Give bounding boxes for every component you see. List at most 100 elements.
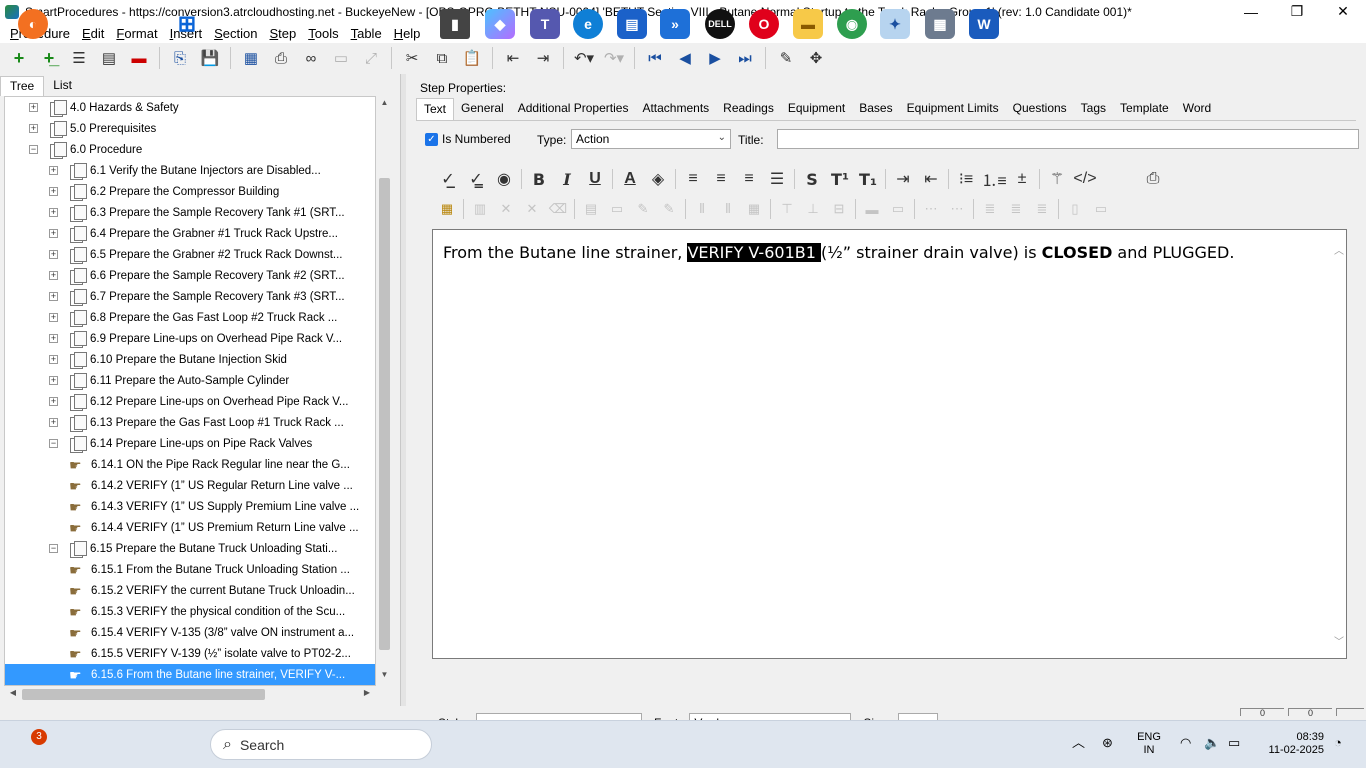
tab-tags[interactable]: Tags — [1074, 98, 1113, 120]
close-button[interactable]: ✕ — [1320, 0, 1366, 23]
clear-cell-icon[interactable]: ⌫ — [545, 197, 571, 221]
undo-icon[interactable]: ↶▾ — [569, 45, 599, 71]
cell-props-icon[interactable]: ▤ — [578, 197, 604, 221]
volume-icon[interactable]: 🔈 — [1204, 736, 1220, 749]
expand-icon[interactable]: + — [49, 376, 58, 385]
maximize-button[interactable]: ❐ — [1274, 0, 1320, 23]
tree-step-item[interactable]: ☛ 6.14.4 VERIFY (1” US Premium Return Lin… — [5, 517, 375, 538]
network-status-icon[interactable]: ⊛ — [1102, 736, 1113, 749]
tree-section-item[interactable]: +4.0 Hazards & Safety — [5, 97, 375, 118]
teams-icon[interactable]: T — [530, 9, 560, 39]
delete-icon[interactable]: ▬ — [124, 45, 154, 71]
spellcheck-all-icon[interactable]: ✓̳ — [462, 166, 490, 192]
language-indicator[interactable]: ENG IN — [1134, 731, 1164, 757]
dell-icon[interactable]: DELL — [705, 9, 735, 39]
delete-cell-icon[interactable]: ✕ — [519, 197, 545, 221]
copilot-icon[interactable]: ◆ — [485, 9, 515, 39]
tree-step-item[interactable]: ☛ 6.15.3 VERIFY the physical condition of… — [5, 601, 375, 622]
tree-horizontal-scrollbar[interactable]: ◀ ▶ — [4, 686, 376, 703]
task-view-icon[interactable]: ▮ — [440, 9, 470, 39]
tab-readings[interactable]: Readings — [716, 98, 781, 120]
last-step-icon[interactable]: ⏭ — [730, 45, 760, 71]
tree-step-item[interactable]: ☛ 6.14.2 VERIFY (1” US Regular Return Lin… — [5, 475, 375, 496]
field-icon[interactable]: ▭ — [326, 45, 356, 71]
tree-step-item[interactable]: ☛ 6.14.3 VERIFY (1” US Supply Premium Lin… — [5, 496, 375, 517]
print-icon[interactable]: ⎙ — [1139, 166, 1167, 192]
tab-general[interactable]: General — [454, 98, 511, 120]
expand-icon[interactable]: + — [49, 229, 58, 238]
tree-vertical-scrollbar[interactable]: ▲ ▼ — [376, 96, 393, 686]
collapse-icon[interactable]: − — [49, 544, 58, 553]
tree-section-item[interactable]: +6.9 Prepare Line-ups on Overhead Pipe R… — [5, 328, 375, 349]
link-icon[interactable]: ∞ — [296, 45, 326, 71]
step-text[interactable]: From the Butane line strainer, VERIFY V-… — [443, 243, 1234, 262]
insert-line-icon[interactable]: ± — [1008, 166, 1036, 192]
delete-table-icon[interactable]: ✕ — [493, 197, 519, 221]
expand-icon[interactable]: + — [49, 292, 58, 301]
distribute-columns-icon[interactable]: ⋯ — [918, 197, 944, 221]
file-explorer-icon[interactable]: ▬ — [793, 9, 823, 39]
add-icon[interactable]: + — [4, 45, 34, 71]
align-right-icon[interactable]: ≡ — [735, 166, 763, 192]
bullet-list-icon[interactable]: ⁝≡ — [952, 166, 980, 192]
is-numbered-checkbox[interactable]: ✓ Is Numbered — [425, 132, 511, 146]
menu-tools[interactable]: Tools — [302, 26, 344, 41]
store-icon[interactable]: ▤ — [617, 9, 647, 39]
publish-icon[interactable]: ▦ — [236, 45, 266, 71]
expand-icon[interactable]: + — [49, 355, 58, 364]
cell-edit-icon[interactable]: ▭ — [604, 197, 630, 221]
scroll-thumb[interactable] — [379, 178, 390, 650]
taskbar-search[interactable]: ⌕ Search — [210, 729, 432, 760]
notifications-icon[interactable]: ◔ — [1334, 736, 1342, 749]
collapse-icon[interactable]: − — [29, 145, 38, 154]
indent-icon[interactable]: ⇥ — [889, 166, 917, 192]
scroll-left-icon[interactable]: ◀ — [6, 688, 20, 702]
underline-icon[interactable]: U — [581, 166, 609, 192]
next-step-icon[interactable]: ▶ — [700, 45, 730, 71]
menu-table[interactable]: Table — [345, 26, 388, 41]
cut-icon[interactable]: ✂ — [397, 45, 427, 71]
html-source-icon[interactable]: </> — [1071, 166, 1099, 192]
editor-scrollbar[interactable]: ︿ ﹀ — [1332, 230, 1346, 658]
smartprocedures-icon[interactable]: ✦ — [880, 9, 910, 39]
expand-icon[interactable]: + — [29, 103, 38, 112]
tab-list[interactable]: List — [44, 76, 81, 96]
expand-icon[interactable]: + — [49, 418, 58, 427]
expand-icon[interactable]: + — [49, 313, 58, 322]
tab-text[interactable]: Text — [416, 98, 455, 120]
tree-section-item[interactable]: − 6.0 Procedure — [5, 139, 375, 160]
table-props-icon[interactable]: ▥ — [467, 197, 493, 221]
tree-section-item[interactable]: +6.5 Prepare the Grabner #2 Truck Rack D… — [5, 244, 375, 265]
tab-equipment-limits[interactable]: Equipment Limits — [900, 98, 1006, 120]
expand-icon[interactable]: + — [49, 166, 58, 175]
chevron-up-icon[interactable]: ︿ — [1333, 242, 1345, 257]
menu-edit[interactable]: Edit — [76, 26, 110, 41]
tree-step-item[interactable]: ☛ 6.15.1 From the Butane Truck Unloading … — [5, 559, 375, 580]
expand-icon[interactable]: + — [49, 250, 58, 259]
align-left-icon[interactable]: ≡ — [679, 166, 707, 192]
tree-section-item[interactable]: +6.11 Prepare the Auto-Sample Cylinder — [5, 370, 375, 391]
bold-icon[interactable]: B — [525, 166, 553, 192]
tab-equipment[interactable]: Equipment — [781, 98, 852, 120]
panel-splitter[interactable] — [400, 74, 406, 706]
expand-icon[interactable]: + — [49, 187, 58, 196]
insert-table-icon[interactable]: ▦ — [434, 197, 460, 221]
tree-step-item[interactable]: ☛ 6.15.2 VERIFY the current Butane Truck … — [5, 580, 375, 601]
align-center-icon[interactable]: ≡ — [707, 166, 735, 192]
merge-row-icon[interactable]: ▭ — [885, 197, 911, 221]
tab-tree[interactable]: Tree — [0, 76, 45, 96]
expand-icon[interactable]: + — [49, 397, 58, 406]
outdent-icon[interactable]: ⇤ — [498, 45, 528, 71]
tab-questions[interactable]: Questions — [1006, 98, 1074, 120]
first-step-icon[interactable]: ⏮ — [640, 45, 670, 71]
symbol-icon[interactable]: ◉ — [490, 166, 518, 192]
tree-section-item[interactable]: +6.3 Prepare the Sample Recovery Tank #1… — [5, 202, 375, 223]
resize-icon[interactable]: ⤢ — [356, 45, 386, 71]
delete-row-icon[interactable]: ⊟ — [826, 197, 852, 221]
insert-column-left-icon[interactable]: ⫴ — [689, 197, 715, 221]
font-color-icon[interactable]: A — [616, 166, 644, 192]
battery-icon[interactable]: ▭ — [1228, 736, 1240, 749]
superscript-icon[interactable]: T¹ — [826, 166, 854, 192]
tree-section-item[interactable]: +6.8 Prepare the Gas Fast Loop #2 Truck … — [5, 307, 375, 328]
align-middle-icon[interactable]: ≣ — [1003, 197, 1029, 221]
